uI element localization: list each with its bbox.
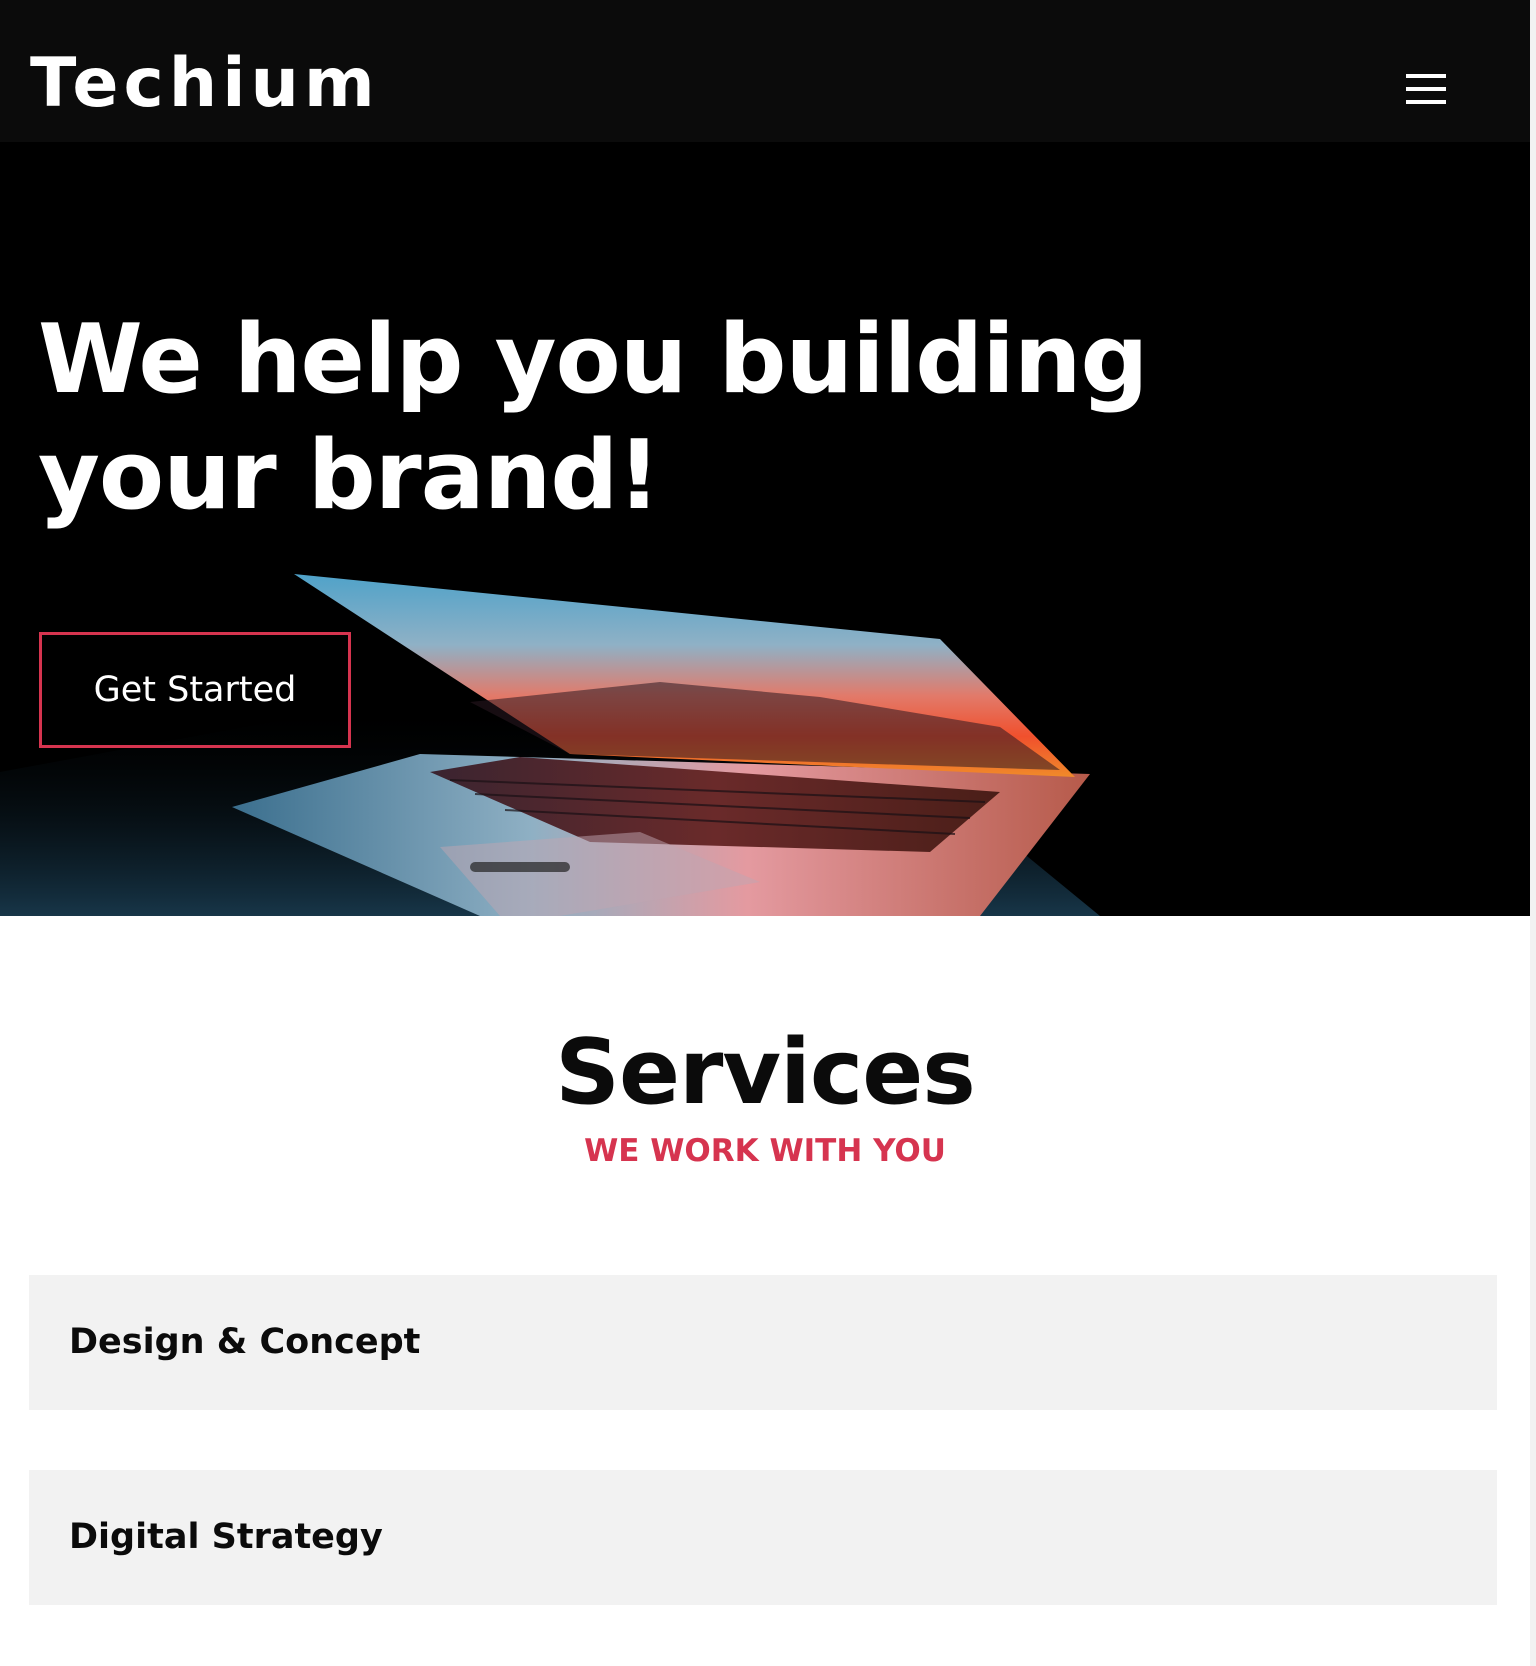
page-edge <box>1530 0 1536 1666</box>
logo[interactable]: Techium <box>30 44 380 124</box>
get-started-button[interactable]: Get Started <box>39 632 351 748</box>
service-item-digital-strategy[interactable]: Digital Strategy <box>29 1470 1497 1605</box>
page: Techium We help you building your brand!… <box>0 0 1530 1666</box>
hero-title: We help you building your brand! <box>38 305 1148 531</box>
services-title: Services <box>555 1020 976 1125</box>
hero-section: We help you building your brand! Get Sta… <box>0 142 1530 916</box>
service-item-label: Digital Strategy <box>69 1517 383 1557</box>
service-item-design-concept[interactable]: Design & Concept <box>29 1275 1497 1410</box>
menu-line <box>1406 100 1446 104</box>
menu-line <box>1406 87 1446 91</box>
menu-line <box>1406 74 1446 78</box>
services-subtitle: WE WORK WITH YOU <box>584 1133 946 1169</box>
hamburger-menu-icon[interactable] <box>1398 66 1450 112</box>
service-item-label: Design & Concept <box>69 1322 421 1362</box>
site-header: Techium <box>0 0 1530 142</box>
